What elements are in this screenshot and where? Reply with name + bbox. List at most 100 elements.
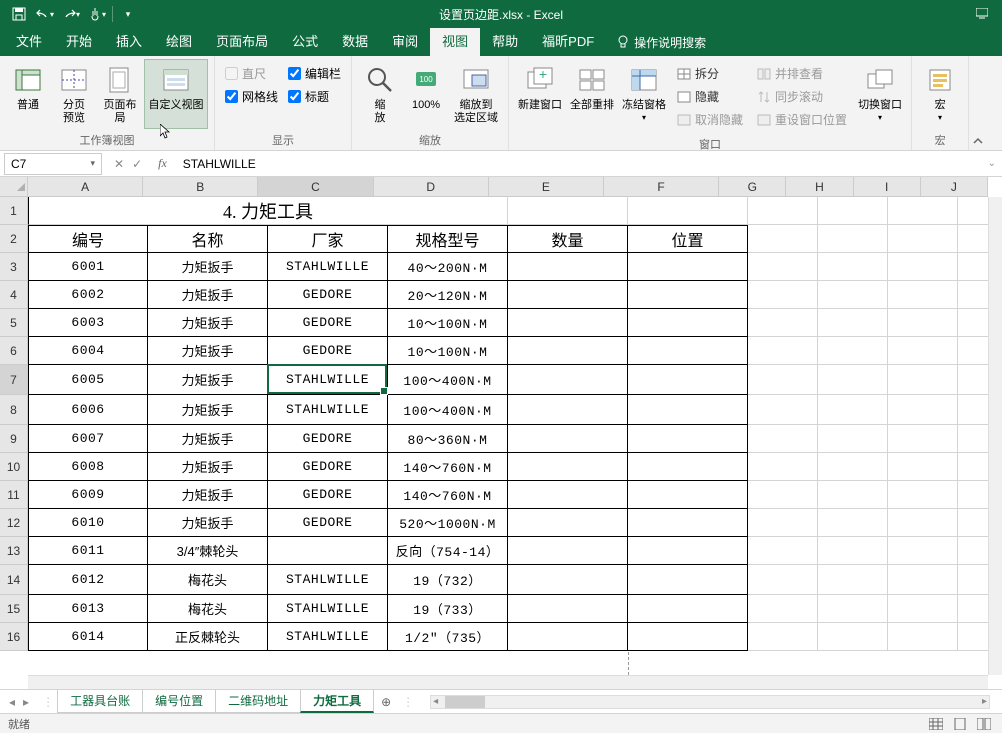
cell[interactable] — [888, 481, 958, 509]
cell[interactable] — [888, 253, 958, 281]
cell-qty-11[interactable] — [508, 565, 628, 595]
macros-button[interactable]: 宏 ▾ — [918, 59, 962, 129]
tell-me-search[interactable]: 操作说明搜索 — [606, 34, 716, 51]
cell-e1[interactable] — [508, 197, 628, 225]
cell[interactable] — [748, 395, 818, 425]
cell-qty-3[interactable] — [508, 337, 628, 365]
cell-qty-8[interactable] — [508, 481, 628, 509]
cell[interactable] — [818, 453, 888, 481]
cell-maker-6[interactable]: GEDORE — [268, 425, 388, 453]
menu-formulas[interactable]: 公式 — [280, 28, 330, 56]
cell[interactable] — [958, 537, 988, 565]
col-header-I[interactable]: I — [854, 177, 921, 196]
name-box-dropdown-icon[interactable]: ▾ — [90, 158, 95, 169]
cell[interactable] — [748, 337, 818, 365]
cell[interactable] — [818, 337, 888, 365]
ribbon-options-button[interactable] — [962, 0, 1002, 28]
formula-input[interactable]: STAHLWILLE — [175, 157, 982, 171]
cell[interactable] — [888, 595, 958, 623]
cell-name-2[interactable]: 力矩扳手 — [148, 309, 268, 337]
cell-maker-2[interactable]: GEDORE — [268, 309, 388, 337]
row-header-5[interactable]: 5 — [0, 309, 27, 337]
cell-qty-5[interactable] — [508, 395, 628, 425]
cell[interactable] — [958, 395, 988, 425]
cell-pos-12[interactable] — [628, 595, 748, 623]
redo-button[interactable]: ▾ — [60, 3, 82, 25]
row-header-16[interactable]: 16 — [0, 623, 27, 651]
header-0[interactable]: 编号 — [28, 225, 148, 253]
cell[interactable] — [958, 281, 988, 309]
header-1[interactable]: 名称 — [148, 225, 268, 253]
cell-name-4[interactable]: 力矩扳手 — [148, 365, 268, 395]
cell[interactable] — [818, 281, 888, 309]
cell-name-3[interactable]: 力矩扳手 — [148, 337, 268, 365]
col-header-H[interactable]: H — [786, 177, 853, 196]
cell-pos-3[interactable] — [628, 337, 748, 365]
header-3[interactable]: 规格型号 — [388, 225, 508, 253]
cell-spec-5[interactable]: 100～400N·M — [388, 395, 508, 425]
cell-maker-4[interactable]: STAHLWILLE — [268, 365, 388, 395]
cell[interactable] — [888, 395, 958, 425]
header-4[interactable]: 数量 — [508, 225, 628, 253]
new-window-button[interactable]: + 新建窗口 — [515, 59, 565, 129]
cell[interactable] — [748, 225, 818, 253]
col-header-J[interactable]: J — [921, 177, 988, 196]
title-cell[interactable]: 4. 力矩工具 — [28, 197, 508, 225]
cell-num-7[interactable]: 6008 — [28, 453, 148, 481]
cell[interactable] — [748, 509, 818, 537]
cell[interactable] — [888, 197, 958, 225]
cell[interactable] — [748, 481, 818, 509]
cell[interactable] — [818, 365, 888, 395]
custom-views-button[interactable]: 自定义视图 — [144, 59, 208, 129]
page-break-preview-button[interactable]: 分页 预览 — [52, 59, 96, 129]
cell-pos-4[interactable] — [628, 365, 748, 395]
row-header-6[interactable]: 6 — [0, 337, 27, 365]
cell[interactable] — [888, 453, 958, 481]
page-layout-view-button[interactable]: 页面布局 — [98, 59, 142, 129]
save-button[interactable] — [8, 3, 30, 25]
vertical-scrollbar[interactable] — [988, 197, 1002, 675]
cell-num-9[interactable]: 6010 — [28, 509, 148, 537]
row-header-4[interactable]: 4 — [0, 281, 27, 309]
cell[interactable] — [818, 623, 888, 651]
row-header-7[interactable]: 7 — [0, 365, 27, 395]
cell-num-2[interactable]: 6003 — [28, 309, 148, 337]
cell-maker-9[interactable]: GEDORE — [268, 509, 388, 537]
cell-num-11[interactable]: 6012 — [28, 565, 148, 595]
cell[interactable] — [888, 281, 958, 309]
cell[interactable] — [748, 253, 818, 281]
touch-mode-button[interactable]: ▾ — [86, 3, 108, 25]
tab-nav-buttons[interactable]: ◂▸ — [0, 695, 38, 709]
gridlines-checkbox[interactable]: 网格线 — [225, 88, 278, 105]
cell[interactable] — [818, 253, 888, 281]
cell-spec-12[interactable]: 19（733） — [388, 595, 508, 623]
cell[interactable] — [748, 537, 818, 565]
row-header-10[interactable]: 10 — [0, 453, 27, 481]
arrange-all-button[interactable]: 全部重排 — [567, 59, 617, 129]
row-header-9[interactable]: 9 — [0, 425, 27, 453]
cell[interactable] — [888, 537, 958, 565]
cell[interactable] — [888, 309, 958, 337]
cell-spec-0[interactable]: 40～200N·M — [388, 253, 508, 281]
cell[interactable] — [888, 425, 958, 453]
cell[interactable] — [818, 481, 888, 509]
cell-spec-11[interactable]: 19（732） — [388, 565, 508, 595]
cell[interactable] — [958, 595, 988, 623]
cell-qty-2[interactable] — [508, 309, 628, 337]
horizontal-scrollbar[interactable] — [28, 675, 988, 689]
headings-checkbox[interactable]: 标题 — [288, 88, 341, 105]
cell-pos-11[interactable] — [628, 565, 748, 595]
menu-help[interactable]: 帮助 — [480, 28, 530, 56]
row-header-15[interactable]: 15 — [0, 595, 27, 623]
cell[interactable] — [958, 509, 988, 537]
cell-maker-5[interactable]: STAHLWILLE — [268, 395, 388, 425]
cell-spec-1[interactable]: 20～120N·M — [388, 281, 508, 309]
undo-button[interactable]: ▾ — [34, 3, 56, 25]
header-2[interactable]: 厂家 — [268, 225, 388, 253]
cell-maker-8[interactable]: GEDORE — [268, 481, 388, 509]
cell-qty-13[interactable] — [508, 623, 628, 651]
cell[interactable] — [818, 197, 888, 225]
menu-review[interactable]: 审阅 — [380, 28, 430, 56]
cell[interactable] — [888, 225, 958, 253]
normal-view-button[interactable]: 普通 — [6, 59, 50, 129]
